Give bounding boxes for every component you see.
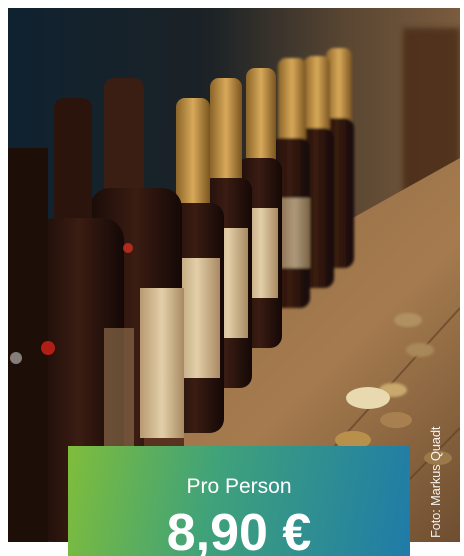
- photo-credit: Foto: Markus Quadt: [428, 426, 443, 538]
- price-value: 8,90 €: [166, 504, 312, 556]
- price-label: Pro Person: [186, 475, 292, 498]
- price-card: Pro Person 8,90 €: [68, 446, 410, 556]
